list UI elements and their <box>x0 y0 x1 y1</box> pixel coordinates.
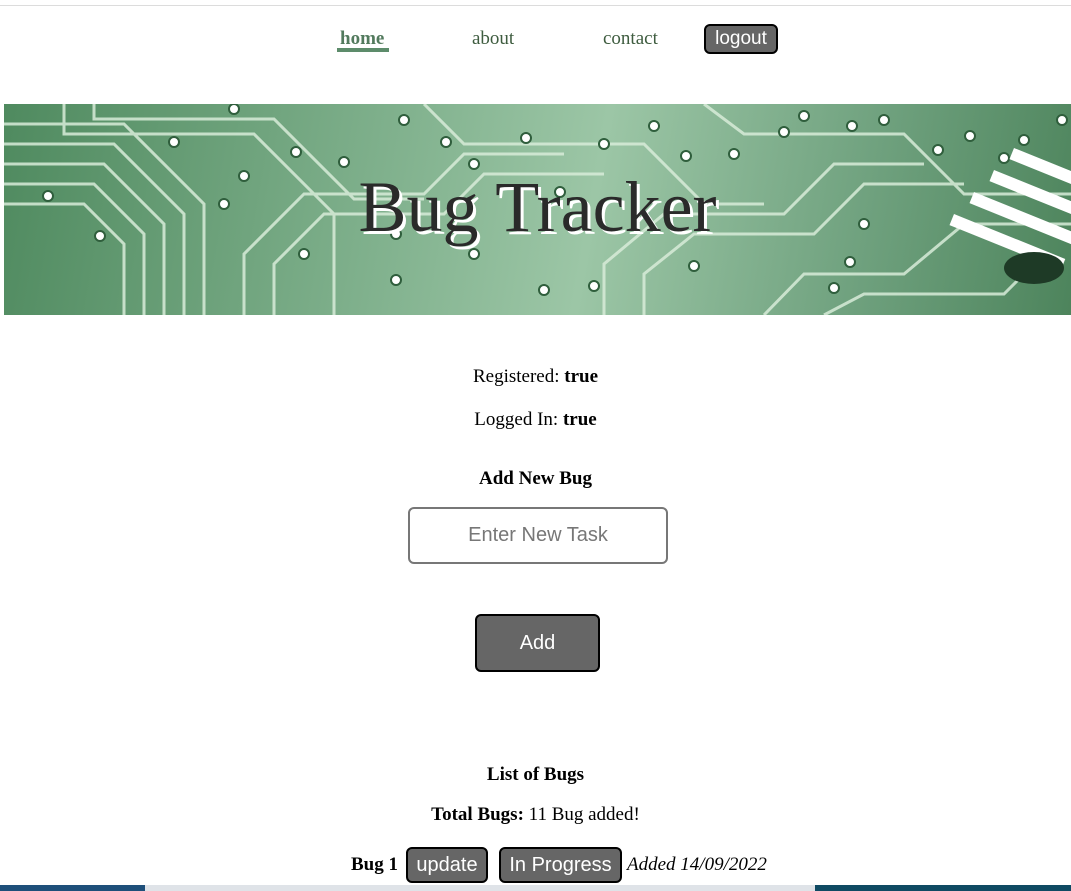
registered-status: Registered: true <box>0 366 1071 388</box>
add-bug-button[interactable]: Add <box>475 614 600 672</box>
taskbar-left-segment <box>0 885 145 891</box>
bug-list-heading: List of Bugs <box>486 764 585 785</box>
total-bugs-label: Total Bugs: <box>431 804 524 825</box>
top-border <box>0 5 1071 6</box>
os-taskbar <box>0 885 1071 891</box>
hero-banner: Bug Tracker <box>4 104 1071 315</box>
top-navigation: home about contact logout <box>0 24 1071 54</box>
nav-contact-link[interactable]: contact <box>603 28 658 50</box>
registered-label: Registered: <box>472 366 560 387</box>
total-bugs-text: 11 Bug added! <box>528 804 640 825</box>
nav-about-link[interactable]: about <box>472 28 514 50</box>
bug-status-button[interactable]: In Progress <box>499 847 622 883</box>
logout-button[interactable]: logout <box>704 24 778 54</box>
total-bugs: Total Bugs: 11 Bug added! <box>0 804 1071 826</box>
new-task-input[interactable] <box>408 507 668 564</box>
logged-in-value: true <box>562 409 597 430</box>
update-bug-button[interactable]: update <box>406 847 488 883</box>
registered-value: true <box>564 366 599 387</box>
bug-name: Bug 1 <box>351 854 398 875</box>
add-bug-heading: Add New Bug <box>479 468 592 489</box>
taskbar-right-segment <box>815 885 1071 891</box>
page-title: Bug Tracker <box>358 167 717 247</box>
bug-added-date: Added 14/09/2022 <box>627 854 767 875</box>
logged-in-label: Logged In: <box>474 409 559 430</box>
logged-in-status: Logged In: true <box>0 409 1071 431</box>
nav-home-link[interactable]: home <box>340 28 384 50</box>
nav-home-active-underline <box>337 48 389 52</box>
